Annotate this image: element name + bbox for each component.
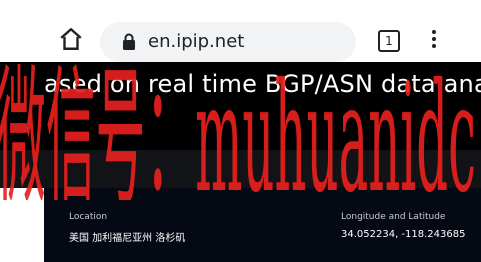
address-bar[interactable]: en.ipip.net	[100, 22, 356, 62]
location-value: 美国 加利福尼亚州 洛杉矶	[69, 233, 186, 244]
url-text[interactable]: en.ipip.net	[148, 31, 244, 52]
location-label: Location	[69, 212, 108, 222]
hero-text: ased on real time BGP/ASN data analy	[44, 70, 481, 98]
hero-bottom-band	[0, 150, 481, 188]
lock-icon	[123, 33, 135, 50]
ip-info-panel: Location 美国 加利福尼亚州 洛杉矶 Longitude and Lat…	[44, 188, 481, 262]
hero-banner: ased on real time BGP/ASN data analy	[0, 62, 481, 150]
coords-label: Longitude and Latitude	[341, 212, 446, 222]
more-menu-icon[interactable]	[431, 30, 437, 50]
home-icon[interactable]	[58, 26, 84, 52]
tab-switcher-icon[interactable]: 1	[378, 30, 400, 52]
coords-value: 34.052234, -118.243685	[341, 229, 466, 240]
browser-toolbar: en.ipip.net 1	[0, 0, 481, 62]
